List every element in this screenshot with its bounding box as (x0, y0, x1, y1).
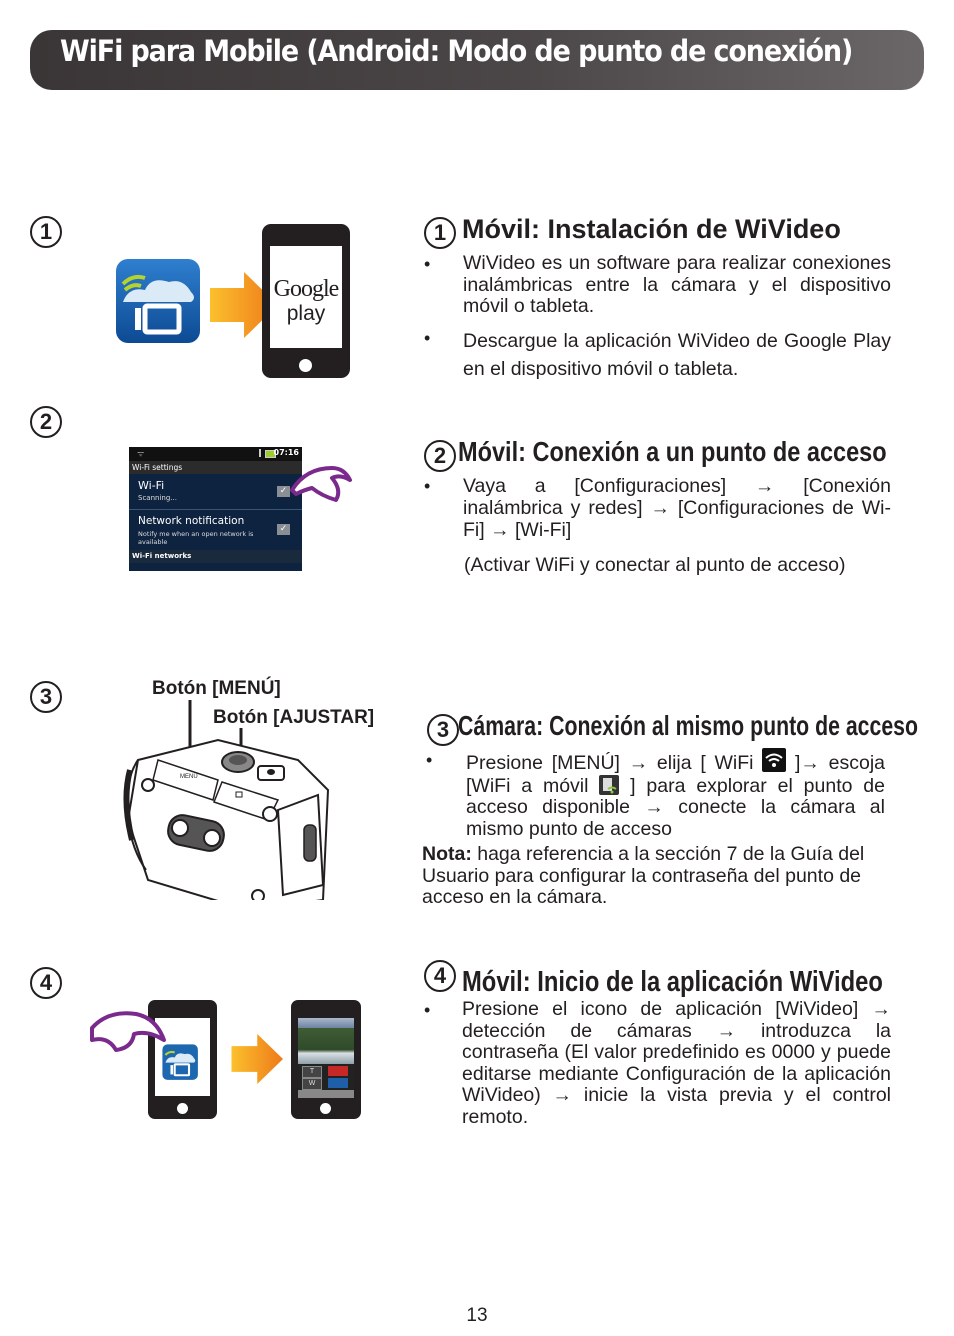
notification-row-title: Network notification (138, 515, 245, 527)
page-title: WiFi para Mobile (Android: Modo de punto… (60, 34, 853, 68)
app-screen: T W (298, 1018, 354, 1098)
phone-google-play: Google play (262, 224, 350, 378)
page-title-bar: WiFi para Mobile (Android: Modo de punto… (30, 30, 924, 90)
wifi-row[interactable]: Wi-Fi Scanning... ✓ (129, 474, 302, 510)
step-3-note: Nota: haga referencia a la sección 7 de … (422, 843, 892, 909)
menu-button-label: Botón [MENÚ] (152, 678, 281, 699)
step-2-note: (Activar WiFi y conectar al punto de acc… (464, 554, 846, 576)
control-panel: T W (298, 1064, 354, 1090)
step-2-bullet-1: Vaya a [Configuraciones] → [Conexión ina… (463, 475, 891, 541)
page-number: 13 (466, 1305, 488, 1326)
phone-home-button (177, 1103, 188, 1114)
step-3-marker: 3 (30, 681, 62, 713)
app-title-bar (298, 1018, 354, 1028)
step-4-illustration: T W (88, 998, 363, 1120)
google-text: Google (273, 276, 340, 302)
notification-row-desc: Notify me when an open network is availa… (138, 530, 254, 546)
step-2-title: Móvil: Conexión a un punto de acceso (458, 436, 887, 467)
record-video-button[interactable] (328, 1066, 348, 1076)
bullet-dot: • (426, 750, 433, 770)
step-2-marker: 2 (30, 406, 62, 438)
bullet-dot: • (424, 1000, 431, 1020)
arrow-right-icon (231, 1034, 283, 1084)
step-4-marker: 4 (30, 967, 62, 999)
phone-home-button (299, 359, 312, 372)
wifi-row-title: Wi-Fi (138, 479, 165, 492)
notification-row[interactable]: Network notification Notify me when an o… (129, 510, 302, 550)
wivideo-app-icon (116, 259, 200, 343)
tapping-hand-icon (90, 1011, 166, 1052)
step-1-title-marker: 1 (424, 217, 456, 249)
step-1-title: Móvil: Instalación de WiVideo (462, 214, 841, 244)
step-3-title: Cámara: Conexión al mismo punto de acces… (458, 710, 919, 741)
camera-illustration: MENU (123, 700, 330, 900)
step-4-title-marker: 4 (424, 960, 456, 992)
wifi-status-icon: ᯤ (137, 449, 145, 458)
status-time: 07:16 (273, 448, 299, 457)
step-3-title-marker: 3 (427, 714, 459, 746)
wifi-to-mobile-icon (599, 774, 620, 795)
live-preview (298, 1028, 354, 1064)
app-tab-bar (298, 1090, 354, 1098)
status-bar: ᯤ 07:16 (129, 447, 302, 461)
step-1-bullet-1: WiVideo es un software para realizar con… (463, 252, 891, 317)
step-1-marker: 1 (30, 216, 62, 248)
phone-screen: Google play (270, 246, 342, 348)
bullet-dot: • (424, 328, 431, 348)
phone-with-camera-app: T W (291, 1000, 361, 1119)
notification-checkbox[interactable]: ✓ (277, 524, 290, 535)
zoom-wide-button[interactable]: W (302, 1078, 322, 1090)
step-3-text-a: Presione [MENÚ] → elija [ WiFi (466, 752, 763, 774)
step-4-title: Móvil: Inicio de la aplicación WiVideo (462, 966, 883, 998)
take-photo-button[interactable] (328, 1078, 348, 1088)
phone-home-button (320, 1103, 331, 1114)
step-3-bullet-1: Presione [MENÚ] → elija [ WiFi ]→ escoja… (466, 748, 885, 840)
tapping-hand-icon (290, 466, 352, 502)
camera-menu-text: MENU (180, 774, 198, 780)
signal-icon (251, 449, 261, 457)
note-text: haga referencia a la sección 7 de la Guí… (422, 843, 865, 908)
android-wifi-screenshot: ᯤ 07:16 Wi-Fi settings Wi-Fi Scanning...… (129, 447, 302, 571)
step-4-bullet-1: Presione el icono de aplicación [WiVideo… (462, 998, 891, 1128)
bullet-dot: • (424, 476, 431, 496)
step-2-title-marker: 2 (424, 440, 456, 472)
step-1-bullet-2: Descargue la aplicación WiVideo de Googl… (463, 330, 891, 380)
step-1-illustration: Google play (110, 222, 360, 384)
zoom-tele-button[interactable]: T (302, 1066, 322, 1078)
wifi-menu-icon (762, 748, 787, 772)
bullet-dot: • (424, 254, 431, 274)
networks-header: Wi-Fi networks (129, 550, 302, 563)
play-text: play (286, 302, 326, 325)
note-label: Nota: (422, 843, 472, 865)
settings-header: Wi-Fi settings (129, 461, 302, 474)
wifi-row-status: Scanning... (138, 494, 177, 502)
